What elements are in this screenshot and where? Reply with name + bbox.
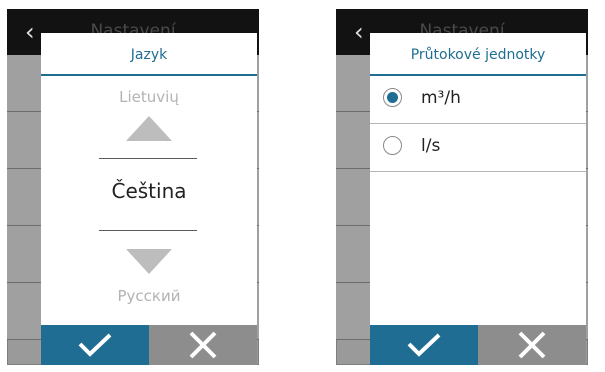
check-icon xyxy=(78,333,112,357)
arrow-down-icon[interactable] xyxy=(41,249,257,274)
radio-selected-dot xyxy=(387,92,398,103)
cancel-button[interactable] xyxy=(478,325,586,365)
selection-divider xyxy=(99,230,197,231)
prev-language[interactable]: Lietuvių xyxy=(41,88,257,106)
dialog-title: Průtokové jednotky xyxy=(370,33,586,76)
current-language[interactable]: Čeština xyxy=(41,179,257,203)
confirm-button[interactable] xyxy=(370,325,478,365)
close-icon xyxy=(518,331,546,359)
check-icon xyxy=(407,333,441,357)
dialog-buttons xyxy=(370,325,586,365)
arrow-up-icon[interactable] xyxy=(41,116,257,141)
option-label: l/s xyxy=(421,136,441,156)
confirm-button[interactable] xyxy=(41,325,149,365)
flow-units-screen: ‹ Nastavení Průtokové jednotky m³/h l/s xyxy=(336,9,588,365)
cancel-button[interactable] xyxy=(149,325,257,365)
radio-button[interactable] xyxy=(383,88,402,107)
dialog-title: Jazyk xyxy=(41,33,257,76)
language-screen: ‹ Nastavení Jazyk Lietuvių Čeština Русск… xyxy=(7,9,259,365)
option-row-m3h[interactable]: m³/h xyxy=(370,76,586,124)
close-icon xyxy=(189,331,217,359)
language-dialog: Jazyk Lietuvių Čeština Русский xyxy=(41,33,257,365)
option-row-ls[interactable]: l/s xyxy=(370,124,586,172)
option-label: m³/h xyxy=(421,88,461,108)
radio-button[interactable] xyxy=(383,136,402,155)
selection-divider xyxy=(99,158,197,159)
flow-units-dialog: Průtokové jednotky m³/h l/s xyxy=(370,33,586,365)
dialog-buttons xyxy=(41,325,257,365)
next-language[interactable]: Русский xyxy=(41,287,257,305)
